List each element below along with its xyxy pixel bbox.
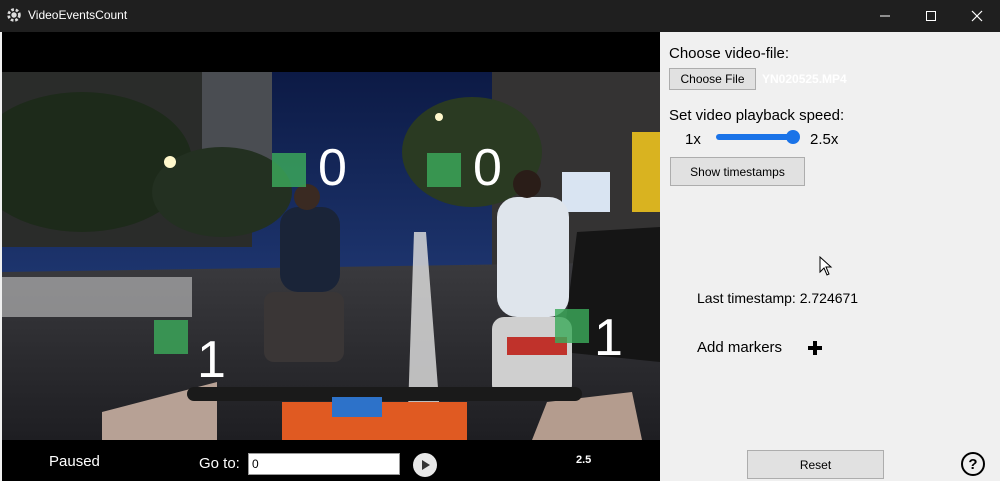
plus-icon[interactable] — [807, 340, 823, 356]
close-icon — [971, 10, 983, 22]
marker-count: 0 — [318, 139, 347, 197]
marker-square[interactable] — [272, 153, 306, 187]
title-bar: VideoEventsCount — [0, 0, 1000, 32]
add-markers-label: Add markers — [697, 339, 783, 356]
choose-file-button[interactable]: Choose File — [669, 68, 756, 90]
close-button[interactable] — [954, 0, 1000, 32]
marker-count: 1 — [197, 331, 226, 389]
goto-label: Go to: — [199, 455, 240, 472]
file-name: YN020525.MP4 — [762, 72, 847, 86]
marker-square[interactable] — [555, 309, 589, 343]
playback-status: Paused — [49, 453, 100, 470]
minimize-button[interactable] — [862, 0, 908, 32]
choose-file-label: Choose video-file: — [669, 45, 790, 62]
control-panel: Choose video-file: Choose File YN020525.… — [660, 32, 1000, 481]
goto-input[interactable] — [248, 453, 400, 475]
speed-max-label: 2.5x — [810, 131, 839, 148]
help-text: ? — [968, 455, 978, 473]
last-timestamp: Last timestamp: 2.724671 — [697, 290, 859, 306]
minimize-icon — [880, 15, 890, 17]
marker-count: 1 — [594, 309, 623, 367]
speed-label: Set video playback speed: — [669, 107, 845, 124]
maximize-icon — [926, 11, 936, 21]
maximize-button[interactable] — [908, 0, 954, 32]
speed-min-label: 1x — [685, 131, 701, 148]
speed-slider-thumb[interactable] — [786, 130, 800, 144]
window-title: VideoEventsCount — [28, 8, 128, 22]
marker-square[interactable] — [427, 153, 461, 187]
video-player[interactable]: 0 0 1 1 Paused Go to: 2.5 — [2, 32, 660, 481]
play-button[interactable] — [413, 453, 437, 477]
mouse-cursor-icon — [819, 256, 833, 276]
reset-button[interactable]: Reset — [747, 450, 884, 479]
marker-count: 0 — [473, 139, 502, 197]
question-mark-icon[interactable]: ? — [961, 452, 985, 476]
video-frame[interactable] — [2, 72, 660, 440]
show-timestamps-button[interactable]: Show timestamps — [670, 157, 805, 186]
marker-square[interactable] — [154, 320, 188, 354]
play-icon — [422, 460, 430, 470]
speed-readout: 2.5 — [576, 454, 592, 466]
gear-icon — [7, 8, 21, 22]
